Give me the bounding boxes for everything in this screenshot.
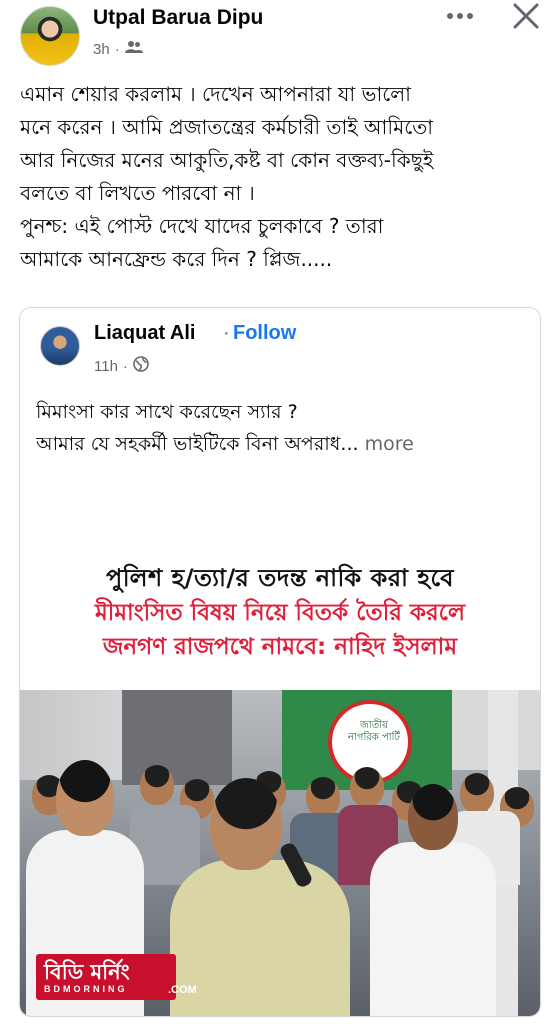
shared-post-text: মিমাংসা কার সাথে করেছেন স্যার ? আমার যে …	[36, 396, 531, 460]
post-text-line: পুনশ্চ: এই পোস্ট দেখে যাদের চুলকাবে ? তা…	[20, 214, 384, 238]
post-time[interactable]: 3h	[93, 41, 110, 58]
shared-author-avatar[interactable]	[40, 326, 80, 366]
shared-text-line: মিমাংসা কার সাথে করেছেন স্যার ?	[36, 401, 298, 423]
brand-domain-text: .COM	[168, 984, 197, 996]
author-name[interactable]: Utpal Barua Dipu	[93, 6, 263, 30]
post-text-line: আর নিজের মনের আকুতি,কষ্ট বা কোন বক্তব্য-…	[20, 148, 434, 172]
meta-separator: ·	[114, 40, 120, 58]
shared-time[interactable]: 11h	[94, 358, 118, 375]
more-options-icon[interactable]	[442, 4, 478, 28]
shared-meta: 11h ·	[94, 356, 149, 376]
globe-icon	[133, 356, 149, 376]
speaker-head	[210, 778, 282, 870]
shared-post-card[interactable]: Liaquat Ali · Follow 11h · মিমাংসা কার স…	[19, 307, 541, 1017]
friends-icon	[124, 40, 143, 58]
speaker	[170, 860, 350, 1016]
shared-text-line-2-content: আমার যে সহকর্মী ভাইটিকে বিনা অপরাধ...	[36, 433, 359, 455]
bdmorning-logo: বিডি মর্নিং BDMORNING	[36, 954, 176, 1000]
post-text-line: এমান শেয়ার করলাম । দেখেন আপনারা যা ভালো	[20, 82, 411, 106]
author-avatar[interactable]	[20, 6, 80, 66]
news-photo: জাতীয় নাগরিক পার্টি বিডি মর্নিং BDMORNI…	[20, 690, 540, 1016]
news-image[interactable]: পুলিশ হ/ত্যা/র তদন্ত নাকি করা হবে মীমাংস…	[20, 508, 540, 1016]
party-sign-text: জাতীয় নাগরিক পার্টি	[348, 720, 400, 743]
shared-text-line-2: আমার যে সহকর্মী ভাইটিকে বিনা অপরাধ... mo…	[36, 428, 531, 460]
person-right-head	[408, 784, 458, 850]
post-text-line: বলতে বা লিখতে পারবো না ।	[20, 181, 255, 205]
follow-button[interactable]: Follow	[233, 322, 296, 345]
shared-separator: ·	[223, 322, 230, 344]
brand-sub-text: BDMORNING	[44, 984, 128, 994]
post-text-line: মনে করেন । আমি প্রজাতন্ত্রের কর্মচারী তা…	[20, 115, 434, 139]
post-header: Utpal Barua Dipu 3h ·	[0, 0, 559, 70]
shared-author-name[interactable]: Liaquat Ali	[94, 322, 195, 345]
headline-area: পুলিশ হ/ত্যা/র তদন্ত নাকি করা হবে মীমাংস…	[20, 508, 540, 690]
person-left-head	[56, 760, 114, 836]
post-text: এমান শেয়ার করলাম । দেখেন আপনারা যা ভালো…	[20, 78, 540, 276]
shared-meta-separator: ·	[122, 357, 128, 375]
person-right	[370, 842, 496, 1016]
close-icon[interactable]	[510, 0, 542, 32]
headline-line-3: জনগণ রাজপথে নামবে: নাহিদ ইসলাম	[102, 634, 458, 660]
post-text-line: আমাকে আনফ্রেন্ড করে দিন ? প্লিজ.....	[20, 247, 333, 271]
post-meta: 3h ·	[93, 40, 143, 58]
see-more-link[interactable]: more	[365, 433, 414, 455]
